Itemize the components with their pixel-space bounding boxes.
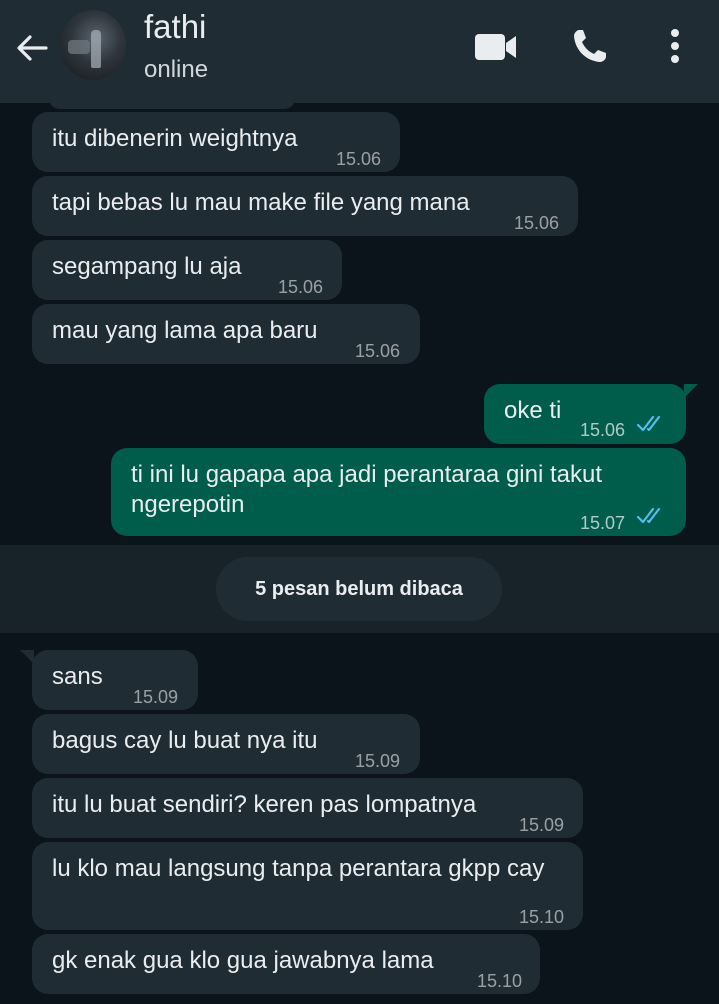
voice-call-icon[interactable] xyxy=(570,26,610,66)
message-bubble-incoming[interactable]: bagus cay lu buat nya itu 15.09 xyxy=(32,714,420,774)
avatar-car-shape xyxy=(68,40,90,54)
message-bubble-incoming[interactable]: itu dibenerin weightnya 15.06 xyxy=(32,112,400,172)
message-time: 15.06 xyxy=(278,277,324,297)
message-text: segampang lu aja xyxy=(52,253,242,280)
message-time: 15.10 xyxy=(477,971,523,991)
more-options-icon[interactable] xyxy=(662,26,688,66)
message-time: 15.10 xyxy=(519,907,565,927)
message-text: bagus cay lu buat nya itu xyxy=(52,727,318,754)
message-text: itu lu buat sendiri? keren pas lompatnya xyxy=(52,791,477,818)
message-bubble-incoming[interactable]: sans 15.09 xyxy=(20,650,198,710)
message-time: 15.07 xyxy=(580,513,626,533)
message-text: lu klo mau langsung tanpa perantara gkpp… xyxy=(52,855,545,882)
previous-message-bubble-edge xyxy=(48,97,296,109)
message-bubble-incoming[interactable]: itu lu buat sendiri? keren pas lompatnya… xyxy=(32,778,583,838)
message-bubble-incoming[interactable]: gk enak gua klo gua jawabnya lama 15.10 xyxy=(32,934,540,994)
message-time: 15.09 xyxy=(133,687,179,707)
video-call-icon[interactable] xyxy=(474,32,518,62)
message-bubble-incoming[interactable]: segampang lu aja 15.06 xyxy=(32,240,342,300)
message-time: 15.06 xyxy=(514,213,560,233)
message-time: 15.06 xyxy=(336,149,382,169)
message-bubble-outgoing[interactable]: ti ini lu gapapa apa jadi perantaraa gin… xyxy=(111,448,686,536)
message-time: 15.09 xyxy=(355,751,401,771)
message-text: gk enak gua klo gua jawabnya lama xyxy=(52,947,434,974)
message-list[interactable]: itu dibenerin weightnya 15.06 tapi bebas… xyxy=(0,97,719,1004)
message-time: 15.06 xyxy=(580,420,626,440)
read-receipt-icon xyxy=(636,507,661,524)
message-text: itu dibenerin weightnya xyxy=(52,125,298,152)
avatar-person-shape xyxy=(91,30,101,68)
back-arrow-icon[interactable] xyxy=(12,28,52,68)
chat-header: fathi online xyxy=(0,0,719,103)
message-text: mau yang lama apa baru xyxy=(52,317,318,344)
message-text: ti ini lu gapapa apa jadi perantaraa gin… xyxy=(131,461,602,518)
contact-status: online xyxy=(144,56,209,83)
message-text: tapi bebas lu mau make file yang mana xyxy=(52,189,470,216)
contact-name[interactable]: fathi xyxy=(144,8,206,46)
unread-divider: 5 pesan belum dibaca xyxy=(0,545,719,633)
message-time: 15.09 xyxy=(519,815,565,835)
message-text: sans xyxy=(52,663,103,690)
message-text: oke ti xyxy=(504,397,562,424)
message-bubble-incoming[interactable]: lu klo mau langsung tanpa perantara gkpp… xyxy=(32,842,583,930)
message-bubble-outgoing[interactable]: oke ti 15.06 xyxy=(484,384,698,444)
message-bubble-incoming[interactable]: tapi bebas lu mau make file yang mana 15… xyxy=(32,176,578,236)
bubble-tail xyxy=(684,384,698,398)
message-bubble-incoming[interactable]: mau yang lama apa baru 15.06 xyxy=(32,304,420,364)
avatar[interactable] xyxy=(60,10,126,80)
message-time: 15.06 xyxy=(355,341,401,361)
unread-messages-badge: 5 pesan belum dibaca xyxy=(216,557,502,621)
bubble-tail xyxy=(20,650,34,664)
read-receipt-icon xyxy=(636,415,661,432)
